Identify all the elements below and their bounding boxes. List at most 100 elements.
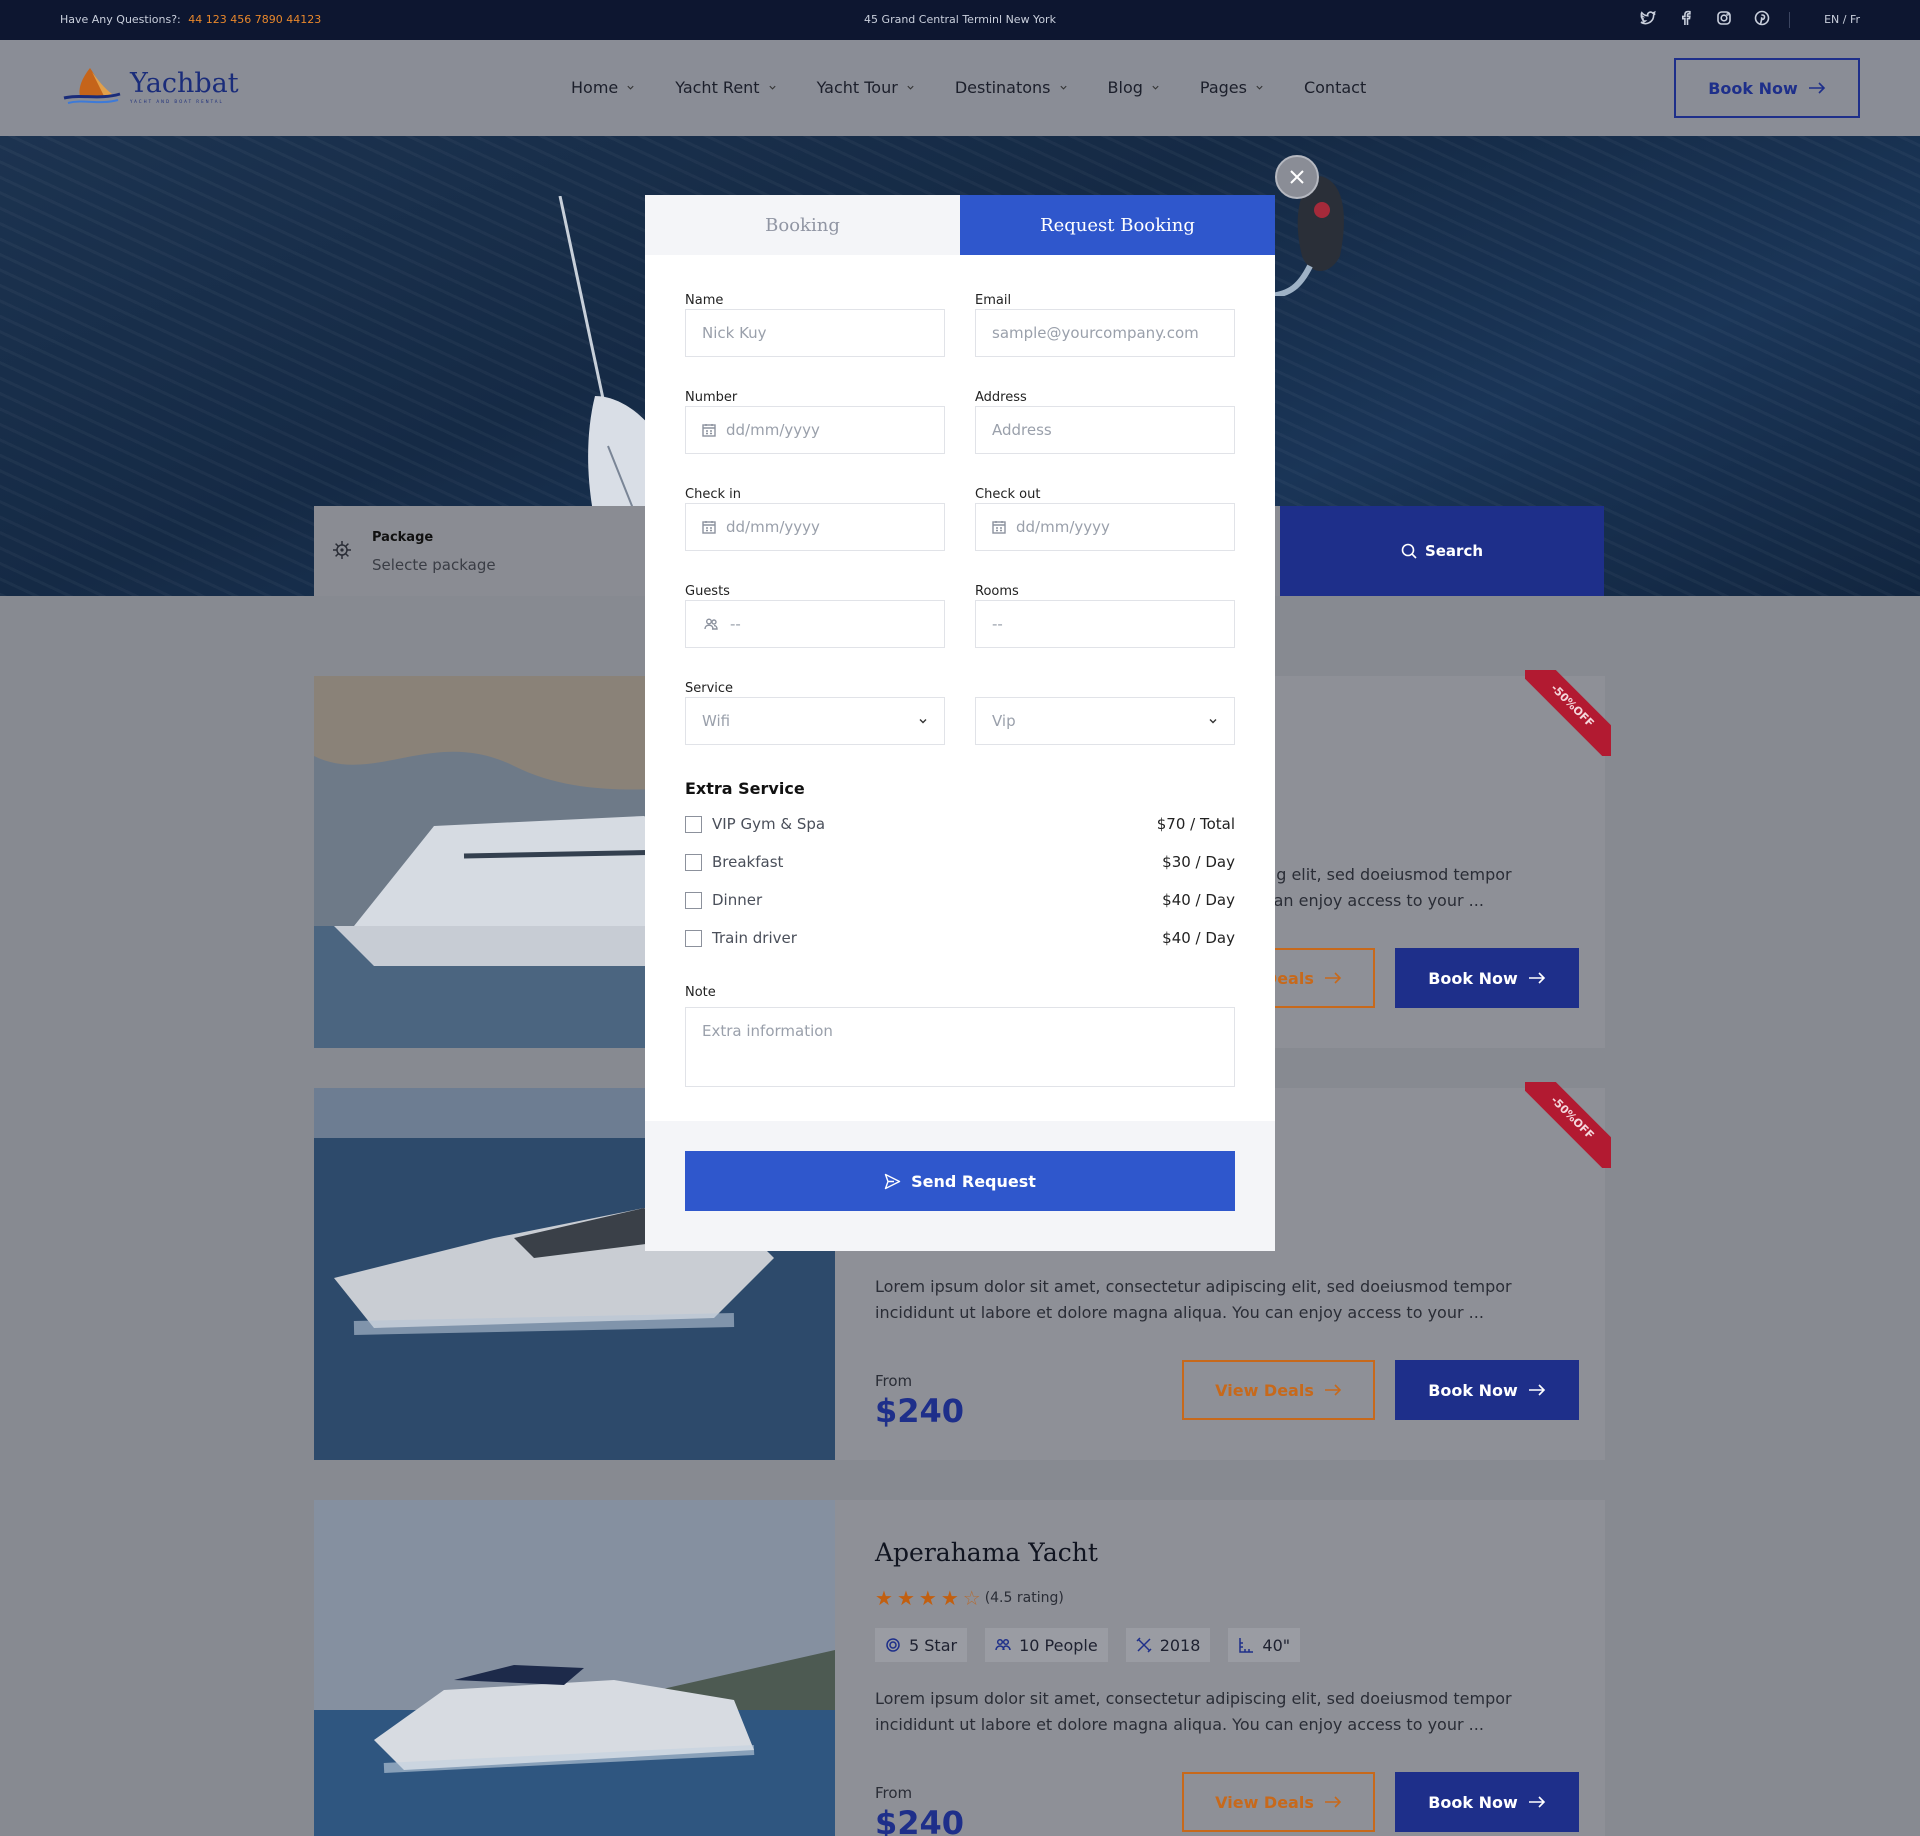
checkbox[interactable] xyxy=(685,891,702,909)
send-icon xyxy=(884,1173,901,1189)
checkin-field-group: Check in dd/mm/yyyy xyxy=(685,487,945,551)
modal-footer: Send Request xyxy=(645,1121,1275,1251)
pinterest-icon[interactable] xyxy=(1754,10,1770,26)
star-icon: ★ xyxy=(918,1586,937,1610)
discount-label: -50%OFF xyxy=(1525,1082,1611,1168)
send-request-label: Send Request xyxy=(911,1171,1036,1191)
logo[interactable]: Yachbat YACHT AND BOAT RENTAL xyxy=(60,64,239,108)
feature-stars: 5 Star xyxy=(875,1628,968,1662)
checkout-input[interactable]: dd/mm/yyyy xyxy=(975,503,1235,551)
nav-label: Yacht Tour xyxy=(816,78,898,97)
header-book-now-button[interactable]: Book Now xyxy=(1674,58,1860,118)
discount-ribbon: -50%OFF xyxy=(1525,1082,1611,1168)
nav-item-home[interactable]: Home xyxy=(571,78,635,97)
twitter-icon[interactable] xyxy=(1640,10,1656,26)
view-deals-button[interactable]: View Deals xyxy=(1182,1360,1375,1420)
service-select[interactable]: Wifi xyxy=(685,697,945,745)
checkin-input[interactable]: dd/mm/yyyy xyxy=(685,503,945,551)
book-now-label: Book Now xyxy=(1708,78,1798,98)
checkbox[interactable] xyxy=(685,815,702,833)
book-now-button[interactable]: Book Now xyxy=(1395,948,1579,1008)
length-icon xyxy=(1239,1638,1254,1653)
book-now-button[interactable]: Book Now xyxy=(1395,1360,1579,1420)
extra-service-option[interactable]: VIP Gym & Spa $70 / Total xyxy=(685,813,1235,835)
address-field-group: Address Address xyxy=(975,390,1235,454)
view-deals-button[interactable]: View Deals xyxy=(1182,1772,1375,1832)
chevron-down-icon xyxy=(627,85,634,90)
nav-item-destinatons[interactable]: Destinatons xyxy=(955,78,1068,97)
number-input[interactable]: dd/mm/yyyy xyxy=(685,406,945,454)
guests-input[interactable]: -- xyxy=(685,600,945,648)
arrow-right-icon xyxy=(1528,1384,1545,1396)
rooms-placeholder: -- xyxy=(992,615,1003,633)
language-switcher[interactable]: EN / Fr xyxy=(1824,13,1860,26)
listing-title[interactable]: Aperahama Yacht xyxy=(875,1538,1098,1567)
top-bar: Have Any Questions?: 44 123 456 7890 441… xyxy=(0,0,1920,40)
calendar-icon xyxy=(702,424,716,437)
name-placeholder: Nick Kuy xyxy=(702,324,767,342)
arrow-right-icon xyxy=(1324,1384,1341,1396)
star-badge-icon xyxy=(886,1638,900,1652)
nav-label: Destinatons xyxy=(954,78,1051,97)
address-input[interactable]: Address xyxy=(975,406,1235,454)
service-tier-select[interactable]: Vip xyxy=(975,697,1235,745)
number-label: Number xyxy=(685,390,738,405)
listing-description: Lorem ipsum dolor sit amet, consectetur … xyxy=(875,1277,1512,1322)
nav-item-yacht-tour[interactable]: Yacht Tour xyxy=(817,78,915,97)
nav-item-yacht-rent[interactable]: Yacht Rent xyxy=(675,78,776,97)
extra-service-option[interactable]: Breakfast $30 / Day xyxy=(685,851,1235,873)
from-label: From xyxy=(875,1372,913,1390)
book-now-button[interactable]: Book Now xyxy=(1395,1772,1579,1832)
extra-service-option[interactable]: Dinner $40 / Day xyxy=(685,889,1235,911)
tab-booking[interactable]: Booking xyxy=(645,195,960,255)
feature-length: 40" xyxy=(1228,1628,1301,1662)
feature-people: 10 People xyxy=(985,1628,1108,1662)
feature-label: 5 Star xyxy=(909,1635,958,1655)
close-icon xyxy=(1290,170,1304,184)
extra-service-label: Dinner xyxy=(712,891,763,909)
view-deals-label: View Deals xyxy=(1215,1380,1314,1400)
email-placeholder: sample@yourcompany.com xyxy=(992,324,1199,342)
package-label: Package xyxy=(372,530,434,545)
service-label: Service xyxy=(685,681,734,696)
nav-item-contact[interactable]: Contact xyxy=(1304,78,1366,97)
nav-label: Contact xyxy=(1303,78,1367,97)
email-input[interactable]: sample@yourcompany.com xyxy=(975,309,1235,357)
nav-item-pages[interactable]: Pages xyxy=(1200,78,1264,97)
modal-close-button[interactable] xyxy=(1275,155,1319,199)
arrow-right-icon xyxy=(1324,972,1341,984)
facebook-icon[interactable] xyxy=(1678,10,1694,26)
from-label: From xyxy=(875,1784,913,1802)
arrow-right-icon xyxy=(1324,1796,1341,1808)
divider xyxy=(1789,12,1790,28)
extra-service-title: Extra Service xyxy=(685,779,805,798)
rooms-label: Rooms xyxy=(975,584,1019,599)
feature-label: 40" xyxy=(1262,1635,1291,1655)
service-value: Wifi xyxy=(702,712,731,730)
extra-service-option[interactable]: Train driver $40 / Day xyxy=(685,927,1235,949)
note-textarea[interactable]: Extra information xyxy=(685,1007,1235,1087)
instagram-icon[interactable] xyxy=(1716,10,1732,26)
send-request-button[interactable]: Send Request xyxy=(685,1151,1235,1211)
calendar-icon xyxy=(992,521,1006,534)
checkin-placeholder: dd/mm/yyyy xyxy=(726,518,820,536)
address-label: Address xyxy=(975,390,1027,405)
feature-list: 5 Star 10 People 2018 40" xyxy=(875,1628,1301,1662)
nav-item-blog[interactable]: Blog xyxy=(1108,78,1160,97)
checkbox[interactable] xyxy=(685,929,702,947)
nav-label: Pages xyxy=(1199,78,1247,97)
yacht-photo[interactable] xyxy=(314,1500,835,1836)
listing-body: Aperahama Yacht ★ ★ ★ ★ ☆ (4.5 rating) 5… xyxy=(875,1500,1579,1836)
extra-service-price: $40 / Day xyxy=(1162,929,1235,947)
tab-request-booking[interactable]: Request Booking xyxy=(960,195,1275,255)
arrow-right-icon xyxy=(1528,972,1545,984)
search-button[interactable]: Search xyxy=(1280,506,1604,596)
package-select[interactable]: Selecte package xyxy=(372,556,496,574)
rooms-input[interactable]: -- xyxy=(975,600,1235,648)
name-input[interactable]: Nick Kuy xyxy=(685,309,945,357)
book-now-label: Book Now xyxy=(1428,968,1518,988)
book-now-label: Book Now xyxy=(1428,1792,1518,1812)
checkin-label: Check in xyxy=(685,487,741,502)
checkbox[interactable] xyxy=(685,853,702,871)
discount-label: -50%OFF xyxy=(1525,670,1611,756)
